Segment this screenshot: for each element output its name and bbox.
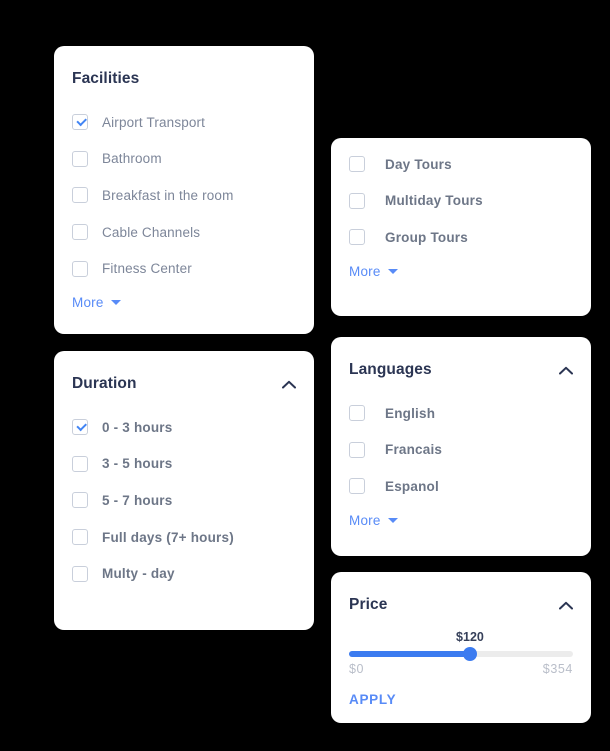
chevron-down-icon (387, 269, 398, 275)
more-label: More (349, 513, 381, 529)
price-slider-thumb[interactable] (462, 647, 477, 661)
price-slider-group: $120 $0 $354 (331, 630, 591, 676)
checkbox-row-airport-transport[interactable]: Airport Transport (54, 104, 314, 141)
languages-options: English Francais Espanol (331, 395, 591, 505)
tour-types-options: Day Tours Multiday Tours Group Tours (331, 146, 591, 256)
option-label: 5 - 7 hours (102, 492, 173, 508)
checkbox-icon[interactable] (349, 441, 365, 458)
duration-options: 0 - 3 hours 3 - 5 hours 5 - 7 hours Full… (54, 409, 314, 592)
price-header[interactable]: Price (331, 586, 591, 624)
checkbox-row-english[interactable]: English (331, 395, 591, 432)
checkbox-row-multy-day[interactable]: Multy - day (54, 555, 314, 592)
facilities-more-link[interactable]: More (54, 293, 139, 313)
checkbox-icon[interactable] (349, 156, 365, 173)
option-label: Group Tours (385, 229, 468, 245)
languages-header[interactable]: Languages (331, 351, 591, 389)
filters-panel: Facilities Airport Transport Bathroom Br… (0, 0, 610, 751)
check-icon[interactable] (72, 114, 88, 131)
checkbox-row-3-5-hours[interactable]: 3 - 5 hours (54, 446, 314, 483)
option-label: Airport Transport (102, 114, 206, 130)
option-label: English (385, 405, 436, 421)
option-label: Francais (385, 442, 443, 458)
checkbox-row-5-7-hours[interactable]: 5 - 7 hours (54, 482, 314, 519)
chevron-up-icon[interactable] (559, 601, 573, 610)
option-label: Fitness Center (102, 261, 192, 277)
apply-button[interactable]: APPLY (349, 692, 396, 707)
option-label: Bathroom (102, 151, 162, 167)
facilities-header: Facilities (54, 60, 314, 98)
checkbox-row-multiday-tours[interactable]: Multiday Tours (331, 183, 591, 220)
option-label: Multy - day (102, 566, 175, 582)
checkbox-row-cable-channels[interactable]: Cable Channels (54, 214, 314, 251)
option-label: Breakfast in the room (102, 187, 234, 203)
checkbox-icon[interactable] (349, 478, 365, 495)
languages-title: Languages (349, 361, 432, 379)
duration-title: Duration (72, 375, 137, 393)
option-label: Multiday Tours (385, 193, 483, 209)
chevron-down-icon (387, 518, 398, 524)
option-label: Full days (7+ hours) (102, 529, 234, 545)
chevron-down-icon (110, 300, 121, 306)
languages-more-link[interactable]: More (331, 511, 416, 531)
price-slider-track[interactable] (349, 647, 573, 661)
filter-card-duration: Duration 0 - 3 hours 3 - 5 hours 5 - 7 h… (54, 351, 314, 630)
duration-header[interactable]: Duration (54, 365, 314, 403)
option-label: Day Tours (385, 156, 452, 172)
chevron-up-icon[interactable] (282, 380, 296, 389)
checkbox-icon[interactable] (72, 187, 88, 204)
checkbox-icon[interactable] (72, 224, 88, 241)
checkbox-icon[interactable] (72, 260, 88, 277)
checkbox-row-francais[interactable]: Francais (331, 432, 591, 469)
check-icon[interactable] (72, 419, 88, 436)
checkbox-row-fitness-center[interactable]: Fitness Center (54, 250, 314, 287)
tour-types-more-link[interactable]: More (331, 262, 416, 282)
price-range-labels: $0 $354 (349, 662, 573, 676)
more-label: More (72, 295, 104, 311)
checkbox-row-breakfast-in-the-room[interactable]: Breakfast in the room (54, 177, 314, 214)
checkbox-row-0-3-hours[interactable]: 0 - 3 hours (54, 409, 314, 446)
price-max-label: $354 (542, 662, 573, 676)
checkbox-row-day-tours[interactable]: Day Tours (331, 146, 591, 183)
filter-card-facilities: Facilities Airport Transport Bathroom Br… (54, 46, 314, 334)
checkbox-row-full-days[interactable]: Full days (7+ hours) (54, 519, 314, 556)
price-value-wrap: $120 (349, 630, 573, 648)
checkbox-icon[interactable] (72, 492, 88, 509)
checkbox-icon[interactable] (349, 405, 365, 422)
price-slider-fill (349, 651, 470, 657)
checkbox-icon[interactable] (349, 229, 365, 246)
option-label: Cable Channels (102, 224, 201, 240)
facilities-title: Facilities (72, 70, 140, 88)
filter-card-price: Price $120 $0 $354 APPLY (331, 572, 591, 723)
checkbox-icon[interactable] (72, 529, 88, 546)
filter-card-tour-types: Day Tours Multiday Tours Group Tours Mor… (331, 138, 591, 316)
checkbox-row-espanol[interactable]: Espanol (331, 468, 591, 505)
price-title: Price (349, 596, 388, 614)
checkbox-icon[interactable] (349, 192, 365, 209)
checkbox-icon[interactable] (72, 455, 88, 472)
checkbox-row-bathroom[interactable]: Bathroom (54, 141, 314, 178)
filter-card-languages: Languages English Francais Espanol More (331, 337, 591, 556)
facilities-options: Airport Transport Bathroom Breakfast in … (54, 104, 314, 287)
checkbox-icon[interactable] (72, 150, 88, 167)
checkbox-row-group-tours[interactable]: Group Tours (331, 219, 591, 256)
price-min-label: $0 (349, 662, 365, 676)
option-label: Espanol (385, 478, 439, 494)
option-label: 0 - 3 hours (102, 419, 173, 435)
checkbox-icon[interactable] (72, 565, 88, 582)
more-label: More (349, 264, 381, 280)
option-label: 3 - 5 hours (102, 456, 173, 472)
chevron-up-icon[interactable] (559, 366, 573, 375)
price-current-value: $120 (456, 630, 484, 644)
